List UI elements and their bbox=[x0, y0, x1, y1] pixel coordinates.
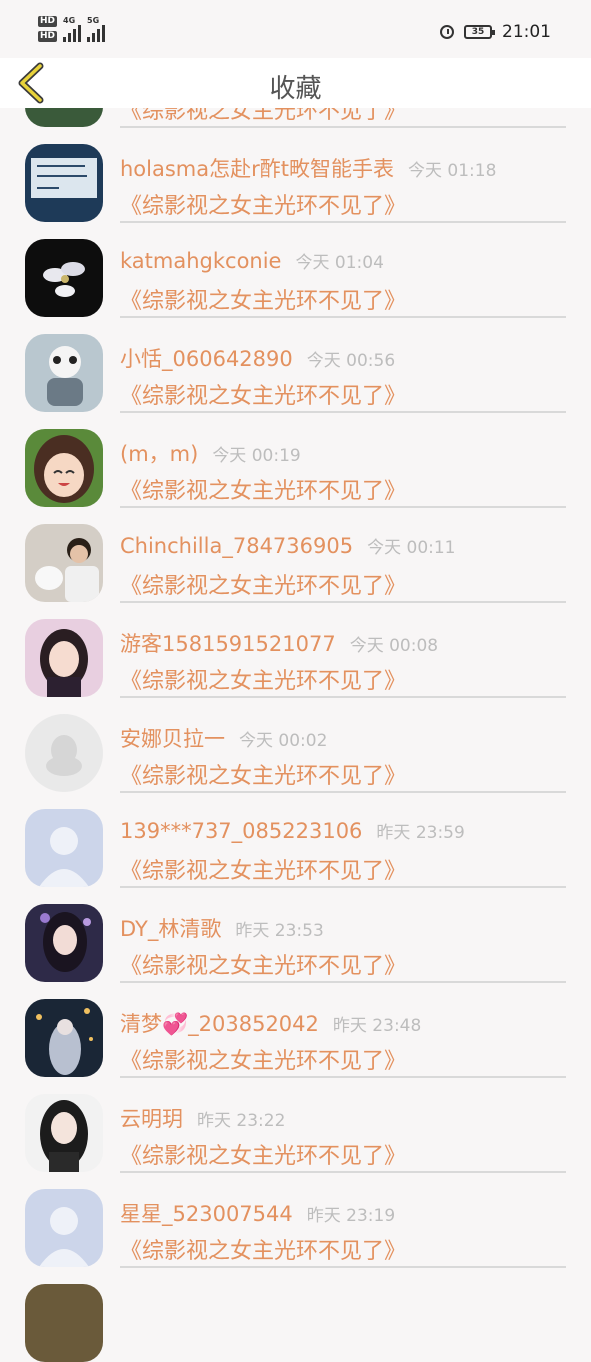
alarm-icon bbox=[440, 25, 454, 39]
book-title: 《综影视之女主光环不见了》 bbox=[120, 859, 407, 884]
signal-icon: 5G bbox=[87, 16, 106, 42]
signal-icon: 4G bbox=[63, 16, 82, 42]
status-bar: HD HD 4G 5G 35 21:01 bbox=[0, 0, 591, 58]
user-name-row: 安娜贝拉一 今天 00:02 bbox=[120, 723, 327, 753]
favorite-time: 昨天 23:59 bbox=[376, 823, 465, 843]
user-name: 139***737_085223106 bbox=[120, 819, 363, 843]
user-name-row: 云明玥 昨天 23:22 bbox=[120, 1103, 285, 1133]
favorite-time: 今天 00:02 bbox=[239, 731, 328, 751]
network-type-1: 4G bbox=[63, 16, 76, 25]
book-title: 《综影视之女主光环不见了》 bbox=[120, 1049, 407, 1074]
list-item[interactable]: Chinchilla_784736905 今天 00:11 《综影视之女主光环不见… bbox=[0, 507, 591, 603]
hd-badge-2: HD bbox=[38, 31, 58, 42]
user-name: 云明玥 bbox=[120, 1107, 183, 1131]
favorite-time: 昨天 23:22 bbox=[197, 1111, 286, 1131]
avatar bbox=[25, 1284, 103, 1362]
app-header: 收藏 bbox=[0, 58, 591, 108]
list-item[interactable]: 小恬_060642890 今天 00:56 《综影视之女主光环不见了》 bbox=[0, 317, 591, 413]
book-title: 《综影视之女主光环不见了》 bbox=[120, 289, 407, 314]
list-item[interactable]: 游客1581591521077 今天 00:08 《综影视之女主光环不见了》 bbox=[0, 602, 591, 698]
list-item[interactable]: holasma怎赴r酢t畋智能手表 今天 01:18 《综影视之女主光环不见了》 bbox=[0, 127, 591, 223]
avatar bbox=[25, 429, 103, 507]
battery-icon: 35 bbox=[464, 25, 495, 39]
list-item[interactable]: DY_林清歌 昨天 23:53 《综影视之女主光环不见了》 bbox=[0, 887, 591, 983]
user-name-row: holasma怎赴r酢t畋智能手表 今天 01:18 bbox=[120, 153, 496, 183]
user-name-row: 星星_523007544 昨天 23:19 bbox=[120, 1198, 395, 1228]
user-name: (m，m) bbox=[120, 442, 199, 466]
favorite-time: 昨天 23:48 bbox=[332, 1016, 422, 1036]
user-name-row: katmahgkconie 今天 01:04 bbox=[120, 248, 384, 273]
list-item[interactable]: 安娜贝拉一 今天 00:02 《综影视之女主光环不见了》 bbox=[0, 697, 591, 793]
user-name: 游客1581591521077 bbox=[120, 632, 336, 656]
list-item[interactable]: 云明玥 昨天 23:22 《综影视之女主光环不见了》 bbox=[0, 1077, 591, 1173]
favorite-time: 今天 01:18 bbox=[408, 161, 497, 181]
avatar bbox=[25, 144, 103, 222]
user-name-row: Chinchilla_784736905 今天 00:11 bbox=[120, 533, 456, 558]
user-name: DY_林清歌 bbox=[120, 917, 222, 941]
hd-badge-1: HD bbox=[38, 16, 58, 27]
avatar bbox=[25, 1189, 103, 1267]
book-title: 《综影视之女主光环不见了》 bbox=[120, 764, 407, 789]
user-name: 清梦💞_203852042 bbox=[120, 1012, 319, 1036]
favorite-time: 今天 00:19 bbox=[212, 446, 301, 466]
favorite-time: 今天 01:04 bbox=[295, 253, 384, 273]
avatar bbox=[25, 714, 103, 792]
favorite-time: 今天 00:08 bbox=[349, 636, 439, 656]
user-name: Chinchilla_784736905 bbox=[120, 534, 354, 558]
user-name: 小恬_060642890 bbox=[120, 347, 293, 371]
avatar bbox=[25, 619, 103, 697]
user-name: 星星_523007544 bbox=[120, 1202, 293, 1226]
user-name-row: DY_林清歌 昨天 23:53 bbox=[120, 913, 324, 943]
avatar bbox=[25, 999, 103, 1077]
avatar bbox=[25, 809, 103, 887]
user-name-row: (m，m) 今天 00:19 bbox=[120, 438, 301, 468]
book-title: 《综影视之女主光环不见了》 bbox=[120, 479, 407, 504]
book-title: 《综影视之女主光环不见了》 bbox=[120, 669, 407, 694]
list-item[interactable]: 139***737_085223106 昨天 23:59 《综影视之女主光环不见了… bbox=[0, 792, 591, 888]
book-title: 《综影视之女主光环不见了》 bbox=[120, 384, 407, 409]
list-item[interactable]: 星星_523007544 昨天 23:19 《综影视之女主光环不见了》 bbox=[0, 1172, 591, 1268]
book-title: 《综影视之女主光环不见了》 bbox=[120, 1239, 407, 1264]
avatar bbox=[25, 334, 103, 412]
list-item[interactable]: katmahgkconie 今天 01:04 《综影视之女主光环不见了》 bbox=[0, 222, 591, 318]
favorite-time: 昨天 23:19 bbox=[306, 1206, 396, 1226]
book-title: 《综影视之女主光环不见了》 bbox=[120, 574, 407, 599]
network-type-2: 5G bbox=[87, 16, 100, 25]
user-name-row: 游客1581591521077 今天 00:08 bbox=[120, 628, 438, 658]
avatar bbox=[25, 239, 103, 317]
book-title: 《综影视之女主光环不见了》 bbox=[120, 1144, 407, 1169]
favorite-time: 昨天 23:53 bbox=[235, 921, 324, 941]
user-name: 安娜贝拉一 bbox=[120, 727, 225, 751]
avatar bbox=[25, 1094, 103, 1172]
list-item[interactable]: (m，m) 今天 00:19 《综影视之女主光环不见了》 bbox=[0, 412, 591, 508]
avatar bbox=[25, 904, 103, 982]
favorite-time: 今天 00:11 bbox=[367, 538, 456, 558]
avatar bbox=[25, 524, 103, 602]
page-title: 收藏 bbox=[269, 74, 322, 104]
book-title: 《综影视之女主光环不见了》 bbox=[120, 954, 407, 979]
user-name: katmahgkconie bbox=[120, 249, 282, 273]
book-title: 《综影视之女主光环不见了》 bbox=[120, 194, 407, 219]
user-name-row: 139***737_085223106 昨天 23:59 bbox=[120, 818, 465, 843]
list-item[interactable] bbox=[0, 1267, 591, 1362]
user-name-row: 小恬_060642890 今天 00:56 bbox=[120, 343, 395, 373]
user-name: holasma怎赴r酢t畋智能手表 bbox=[120, 157, 394, 181]
favorite-time: 今天 00:56 bbox=[306, 351, 396, 371]
list-item[interactable]: 清梦💞_203852042 昨天 23:48 《综影视之女主光环不见了》 bbox=[0, 982, 591, 1078]
user-name-row: 清梦💞_203852042 昨天 23:48 bbox=[120, 1008, 421, 1038]
battery-level: 35 bbox=[471, 27, 485, 37]
clock: 21:01 bbox=[502, 22, 551, 42]
